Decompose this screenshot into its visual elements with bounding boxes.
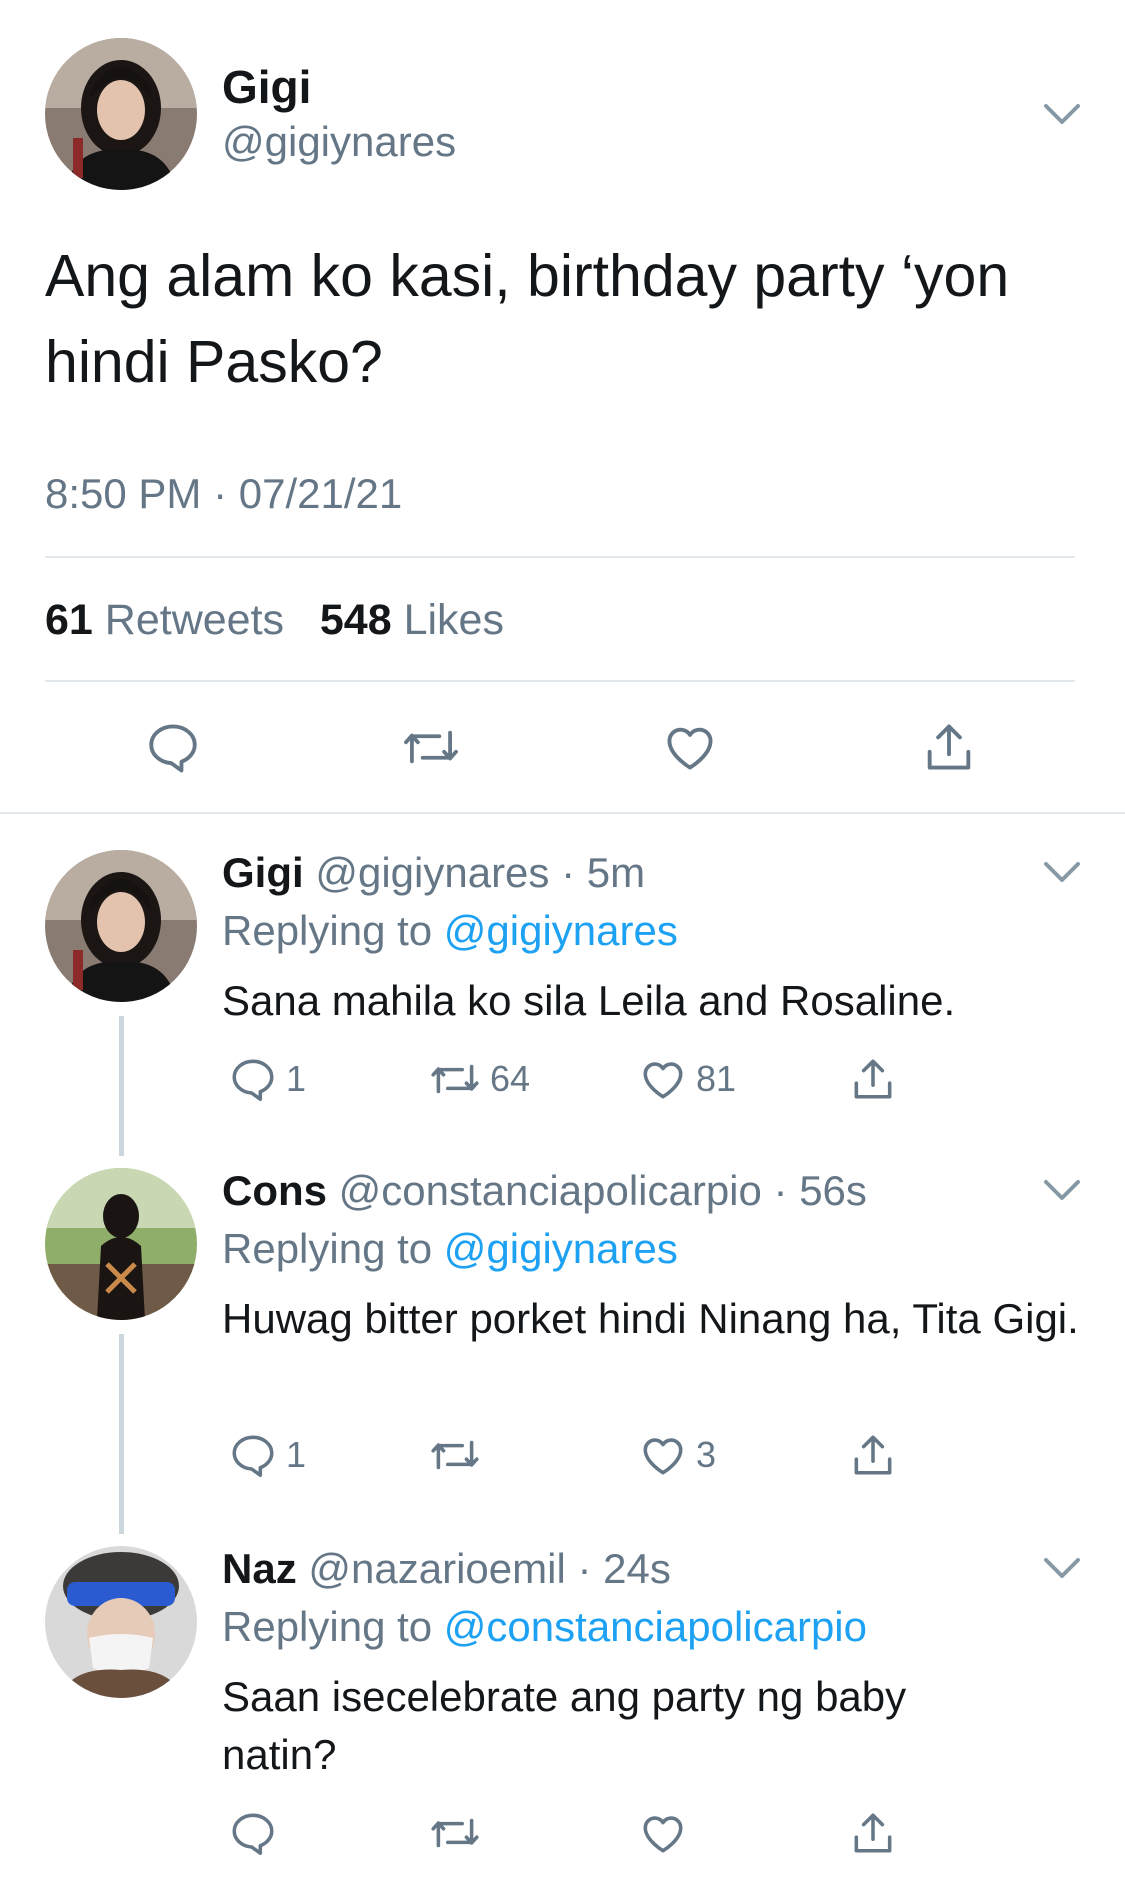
replying-to-prefix: Replying to bbox=[222, 1225, 433, 1272]
replying-to-link[interactable]: @gigiynares bbox=[444, 1225, 678, 1272]
reply-header: Cons @constanciapolicarpio · 56s bbox=[222, 1167, 867, 1214]
reply-menu-chevron-icon[interactable] bbox=[1040, 1552, 1084, 1587]
reply-text: Saan isecelebrate ang party ng baby nati… bbox=[222, 1673, 907, 1778]
tweet-time: 8:50 PM bbox=[45, 470, 202, 517]
retweets-count: 61 bbox=[45, 596, 93, 644]
divider-top bbox=[45, 556, 1075, 558]
author-handle[interactable]: @gigiynares bbox=[222, 117, 456, 167]
reply-like-button[interactable]: 81 bbox=[638, 1054, 736, 1104]
likes-label: Likes bbox=[403, 596, 504, 644]
thread-line bbox=[119, 1334, 124, 1534]
reply-count: 1 bbox=[286, 1434, 307, 1475]
divider-section bbox=[0, 812, 1125, 814]
share-icon bbox=[854, 1813, 892, 1853]
tweet-text: Ang alam ko kasi, birthday party ‘yon hi… bbox=[45, 243, 1010, 395]
replying-to-prefix: Replying to bbox=[222, 1603, 433, 1650]
tweet-menu-chevron-icon[interactable] bbox=[1040, 98, 1084, 133]
reply-retweet-button[interactable]: 64 bbox=[428, 1054, 530, 1104]
reply-icon bbox=[149, 724, 197, 773]
reply-header: Naz @nazarioemil · 24s bbox=[222, 1545, 671, 1592]
reply-retweet-button[interactable] bbox=[428, 1430, 490, 1480]
retweet-icon bbox=[431, 1064, 479, 1094]
heart-icon bbox=[643, 1062, 683, 1099]
replying-to-prefix: Replying to bbox=[222, 907, 433, 954]
reply-avatar[interactable] bbox=[45, 1546, 197, 1698]
retweet-count: 64 bbox=[490, 1058, 531, 1099]
heart-icon bbox=[643, 1438, 683, 1475]
replying-to: Replying to @gigiynares bbox=[222, 906, 678, 956]
reply-reply-button[interactable]: 1 bbox=[228, 1054, 306, 1104]
share-icon bbox=[854, 1059, 892, 1099]
reply-avatar[interactable] bbox=[45, 850, 197, 1002]
tweet-date: 07/21/21 bbox=[238, 470, 403, 517]
likes-count: 548 bbox=[319, 596, 392, 644]
reply-share-button[interactable] bbox=[848, 1430, 898, 1480]
timestamp-separator: · bbox=[213, 470, 228, 517]
reply-retweet-button[interactable] bbox=[428, 1808, 490, 1858]
reply-author-handle[interactable]: @constanciapolicarpio bbox=[339, 1167, 762, 1214]
retweet-icon bbox=[431, 1440, 479, 1470]
retweet-icon bbox=[404, 730, 458, 764]
reply-age: 24s bbox=[603, 1545, 671, 1592]
author-avatar[interactable] bbox=[45, 38, 197, 190]
reply-avatar[interactable] bbox=[45, 1168, 197, 1320]
tweet-timestamp: 8:50 PM · 07/21/21 bbox=[45, 470, 402, 518]
replying-to-link[interactable]: @constanciapolicarpio bbox=[444, 1603, 867, 1650]
share-icon bbox=[927, 724, 971, 770]
share-button[interactable] bbox=[914, 712, 984, 782]
reply-reply-button[interactable] bbox=[228, 1808, 286, 1858]
reply-author-handle[interactable]: @gigiynares bbox=[315, 849, 549, 896]
reply-menu-chevron-icon[interactable] bbox=[1040, 856, 1084, 891]
reply-share-button[interactable] bbox=[848, 1808, 898, 1858]
divider-middle bbox=[45, 680, 1075, 682]
retweet-icon bbox=[431, 1818, 479, 1848]
reply-text: Huwag bitter porket hindi Ninang ha, Tit… bbox=[222, 1295, 1079, 1342]
replying-to-link[interactable]: @gigiynares bbox=[444, 907, 678, 954]
heart-icon bbox=[643, 1816, 683, 1853]
author-name[interactable]: Gigi bbox=[222, 60, 311, 114]
reply-like-button[interactable]: 3 bbox=[638, 1430, 716, 1480]
like-button[interactable] bbox=[655, 712, 725, 782]
reply-icon bbox=[232, 1435, 274, 1477]
retweet-button[interactable] bbox=[396, 712, 466, 782]
likes-stat[interactable]: 548 Likes bbox=[320, 596, 504, 644]
replying-to: Replying to @constanciapolicarpio bbox=[222, 1602, 867, 1652]
like-count: 3 bbox=[696, 1434, 717, 1475]
tweet-stats: 61 Retweets 548 Likes bbox=[45, 596, 504, 645]
reply-icon bbox=[232, 1813, 274, 1855]
thread-line bbox=[119, 1016, 124, 1156]
like-count: 81 bbox=[696, 1058, 737, 1099]
reply-like-button[interactable] bbox=[638, 1808, 696, 1858]
reply-share-button[interactable] bbox=[848, 1054, 898, 1104]
retweets-stat[interactable]: 61 Retweets bbox=[45, 596, 284, 644]
reply-icon bbox=[232, 1059, 274, 1101]
reply-age: 56s bbox=[799, 1167, 867, 1214]
reply-age: 5m bbox=[586, 849, 646, 896]
heart-icon bbox=[667, 727, 713, 770]
reply-reply-button[interactable]: 1 bbox=[228, 1430, 306, 1480]
reply-button[interactable] bbox=[138, 712, 208, 782]
reply-count: 1 bbox=[286, 1058, 307, 1099]
reply-header: Gigi @gigiynares · 5m bbox=[222, 849, 646, 896]
replying-to: Replying to @gigiynares bbox=[222, 1224, 678, 1274]
reply-author-handle[interactable]: @nazarioemil bbox=[308, 1545, 565, 1592]
reply-menu-chevron-icon[interactable] bbox=[1040, 1174, 1084, 1209]
reply-author-name[interactable]: Naz bbox=[222, 1545, 297, 1592]
reply-author-name[interactable]: Cons bbox=[222, 1167, 327, 1214]
retweets-label: Retweets bbox=[104, 596, 285, 644]
share-icon bbox=[854, 1435, 892, 1475]
reply-author-name[interactable]: Gigi bbox=[222, 849, 304, 896]
reply-text: Sana mahila ko sila Leila and Rosaline. bbox=[222, 977, 956, 1024]
